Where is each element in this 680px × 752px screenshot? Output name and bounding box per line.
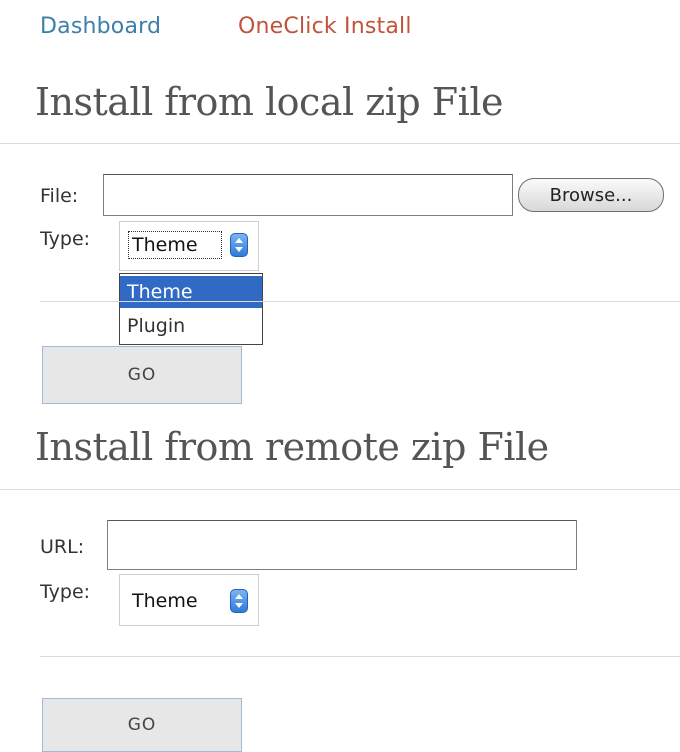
remote-type-select[interactable]: Theme — [119, 574, 259, 626]
select-stepper-icon — [230, 233, 248, 257]
local-go-button[interactable]: GO — [42, 346, 242, 404]
remote-type-selected-value: Theme — [132, 590, 198, 612]
local-type-selected-value: Theme — [132, 234, 198, 256]
select-stepper-icon — [230, 589, 248, 613]
divider — [40, 656, 680, 657]
file-label: File: — [40, 185, 79, 207]
breadcrumb-dashboard-link[interactable]: Dashboard — [40, 14, 161, 39]
type-dropdown-list: Theme Plugin — [119, 273, 263, 345]
local-install-heading: Install from local zip File — [35, 80, 503, 124]
type-label: Type: — [40, 228, 91, 250]
divider — [0, 143, 680, 144]
url-input[interactable] — [107, 520, 577, 570]
url-label: URL: — [40, 536, 85, 558]
dropdown-option-theme[interactable]: Theme — [120, 276, 262, 308]
dropdown-option-plugin[interactable]: Plugin — [120, 310, 262, 342]
breadcrumb-oneclick-install-link[interactable]: OneClick Install — [238, 14, 412, 39]
remote-type-label: Type: — [40, 581, 91, 603]
remote-go-button[interactable]: GO — [42, 698, 242, 752]
local-type-select[interactable]: Theme — [119, 221, 259, 271]
browse-button[interactable]: Browse... — [518, 178, 664, 212]
divider — [40, 301, 680, 302]
divider — [0, 489, 680, 490]
remote-install-heading: Install from remote zip File — [35, 425, 549, 469]
file-path-input[interactable] — [103, 174, 513, 216]
